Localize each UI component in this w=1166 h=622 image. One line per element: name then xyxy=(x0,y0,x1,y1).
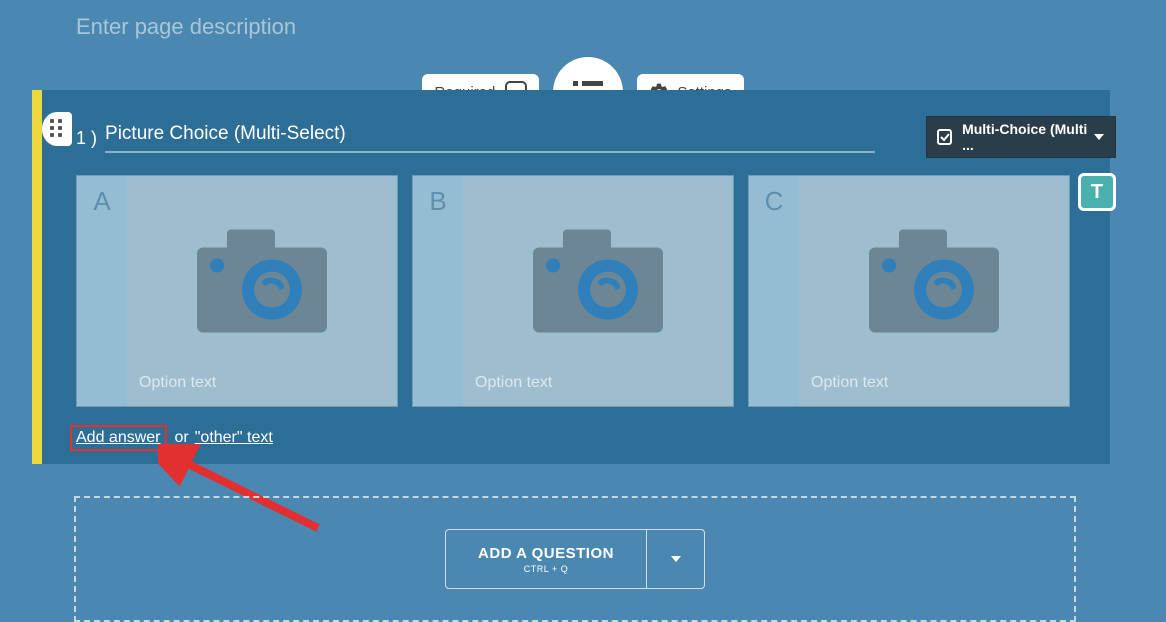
add-question-dropdown[interactable] xyxy=(646,530,704,588)
annotation-highlight: Add answer xyxy=(70,425,167,451)
checkbox-icon xyxy=(937,129,952,145)
question-type-dropdown[interactable]: Multi-Choice (Multi ... xyxy=(926,116,1116,158)
option-text-input[interactable]: Option text xyxy=(811,374,888,392)
page-description-input[interactable]: Enter page description xyxy=(76,14,296,40)
chevron-down-icon xyxy=(1092,130,1105,144)
option-letter: A xyxy=(77,176,127,406)
dropdown-label: Multi-Choice (Multi ... xyxy=(962,121,1092,153)
question-title-input[interactable]: Picture Choice (Multi-Select) xyxy=(105,123,875,153)
add-question-hint: CTRL + Q xyxy=(524,564,568,574)
add-answer-row: Add answer or "other" text xyxy=(70,425,273,451)
drag-handle[interactable] xyxy=(42,112,72,146)
option-card[interactable]: A Option text xyxy=(76,175,398,407)
text-badge[interactable]: T xyxy=(1078,173,1116,211)
grip-icon xyxy=(50,119,64,139)
add-question-label: ADD A QUESTION xyxy=(478,545,614,562)
option-letter: B xyxy=(413,176,463,406)
active-question-indicator xyxy=(32,90,42,464)
option-letter: C xyxy=(749,176,799,406)
option-card[interactable]: B Option text xyxy=(412,175,734,407)
option-text-input[interactable]: Option text xyxy=(139,374,216,392)
question-number: 1 ) xyxy=(76,128,97,149)
add-question-button[interactable]: ADD A QUESTION CTRL + Q xyxy=(446,530,646,588)
image-placeholder-icon xyxy=(192,226,332,336)
chevron-down-icon xyxy=(669,552,683,566)
add-question-zone[interactable]: ADD A QUESTION CTRL + Q xyxy=(74,496,1076,622)
option-card[interactable]: C Option text xyxy=(748,175,1070,407)
or-text: or xyxy=(175,429,189,447)
answer-options: A Option text B Option text xyxy=(76,175,1070,407)
option-text-input[interactable]: Option text xyxy=(475,374,552,392)
add-other-text-link[interactable]: "other" text xyxy=(195,429,273,447)
add-answer-link[interactable]: Add answer xyxy=(76,429,161,446)
image-placeholder-icon xyxy=(528,226,668,336)
image-placeholder-icon xyxy=(864,226,1004,336)
